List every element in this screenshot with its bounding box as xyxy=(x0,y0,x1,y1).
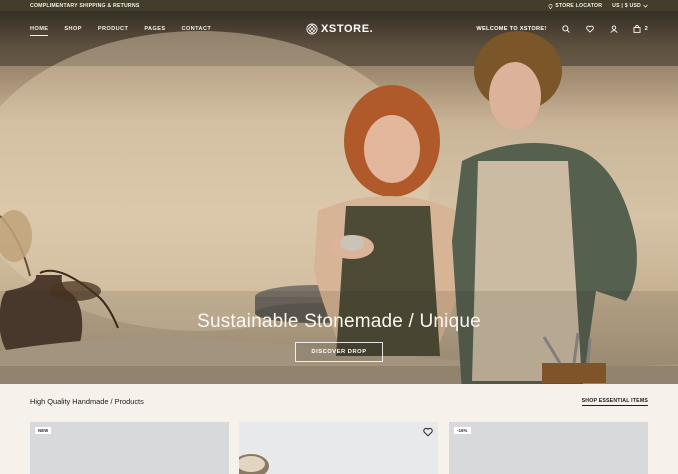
chevron-down-icon xyxy=(643,4,648,8)
product-image xyxy=(239,454,269,474)
cart-button[interactable]: 2 xyxy=(633,25,648,33)
nav-shop[interactable]: SHOP xyxy=(64,26,81,36)
announcement-bar: COMPLIMENTARY SHIPPING & RETURNS STORE L… xyxy=(0,0,678,11)
hero-title: Sustainable Stonemade / Unique xyxy=(197,311,481,332)
currency-label: US | $ USD xyxy=(612,3,641,9)
header-tools: WELCOME TO XSTORE! 2 xyxy=(476,24,648,34)
welcome-text: WELCOME TO XSTORE! xyxy=(476,26,547,32)
site-logo[interactable]: XSTORE. xyxy=(306,23,373,35)
discover-drop-button[interactable]: DISCOVER DROP xyxy=(295,342,383,362)
currency-selector[interactable]: US | $ USD xyxy=(612,3,648,9)
product-card[interactable] xyxy=(239,422,438,474)
main-nav: HOME SHOP PRODUCT PAGES CONTACT xyxy=(30,26,211,36)
nav-contact[interactable]: CONTACT xyxy=(181,26,211,36)
store-locator-label: STORE LOCATOR xyxy=(555,3,603,9)
nav-product[interactable]: PRODUCT xyxy=(98,26,128,36)
main-header: HOME SHOP PRODUCT PAGES CONTACT XSTORE. … xyxy=(0,11,678,49)
user-icon[interactable] xyxy=(609,24,619,34)
nav-home[interactable]: HOME xyxy=(30,26,49,36)
discount-badge: -15% xyxy=(454,427,471,434)
heart-icon[interactable] xyxy=(585,24,595,34)
heart-icon[interactable] xyxy=(423,427,433,437)
map-pin-icon xyxy=(548,3,553,9)
products-section-header: High Quality Handmade / Products SHOP ES… xyxy=(30,397,648,411)
shopping-bag-icon xyxy=(633,25,641,33)
hero-banner: Sustainable Stonemade / Unique DISCOVER … xyxy=(0,11,678,384)
store-locator-link[interactable]: STORE LOCATOR xyxy=(548,3,602,9)
search-icon[interactable] xyxy=(561,24,571,34)
product-card[interactable]: -15% xyxy=(449,422,648,474)
section-title: High Quality Handmade / Products xyxy=(30,397,144,406)
new-badge: NEW xyxy=(35,427,52,434)
shop-essential-items-link[interactable]: SHOP ESSENTIAL ITEMS xyxy=(581,398,648,406)
nav-pages[interactable]: PAGES xyxy=(144,26,165,36)
promo-text: COMPLIMENTARY SHIPPING & RETURNS xyxy=(30,3,140,9)
product-card[interactable]: NEW xyxy=(30,422,229,474)
logo-mark-icon xyxy=(306,23,318,35)
cart-count: 2 xyxy=(644,26,648,32)
logo-text: XSTORE. xyxy=(321,23,374,35)
